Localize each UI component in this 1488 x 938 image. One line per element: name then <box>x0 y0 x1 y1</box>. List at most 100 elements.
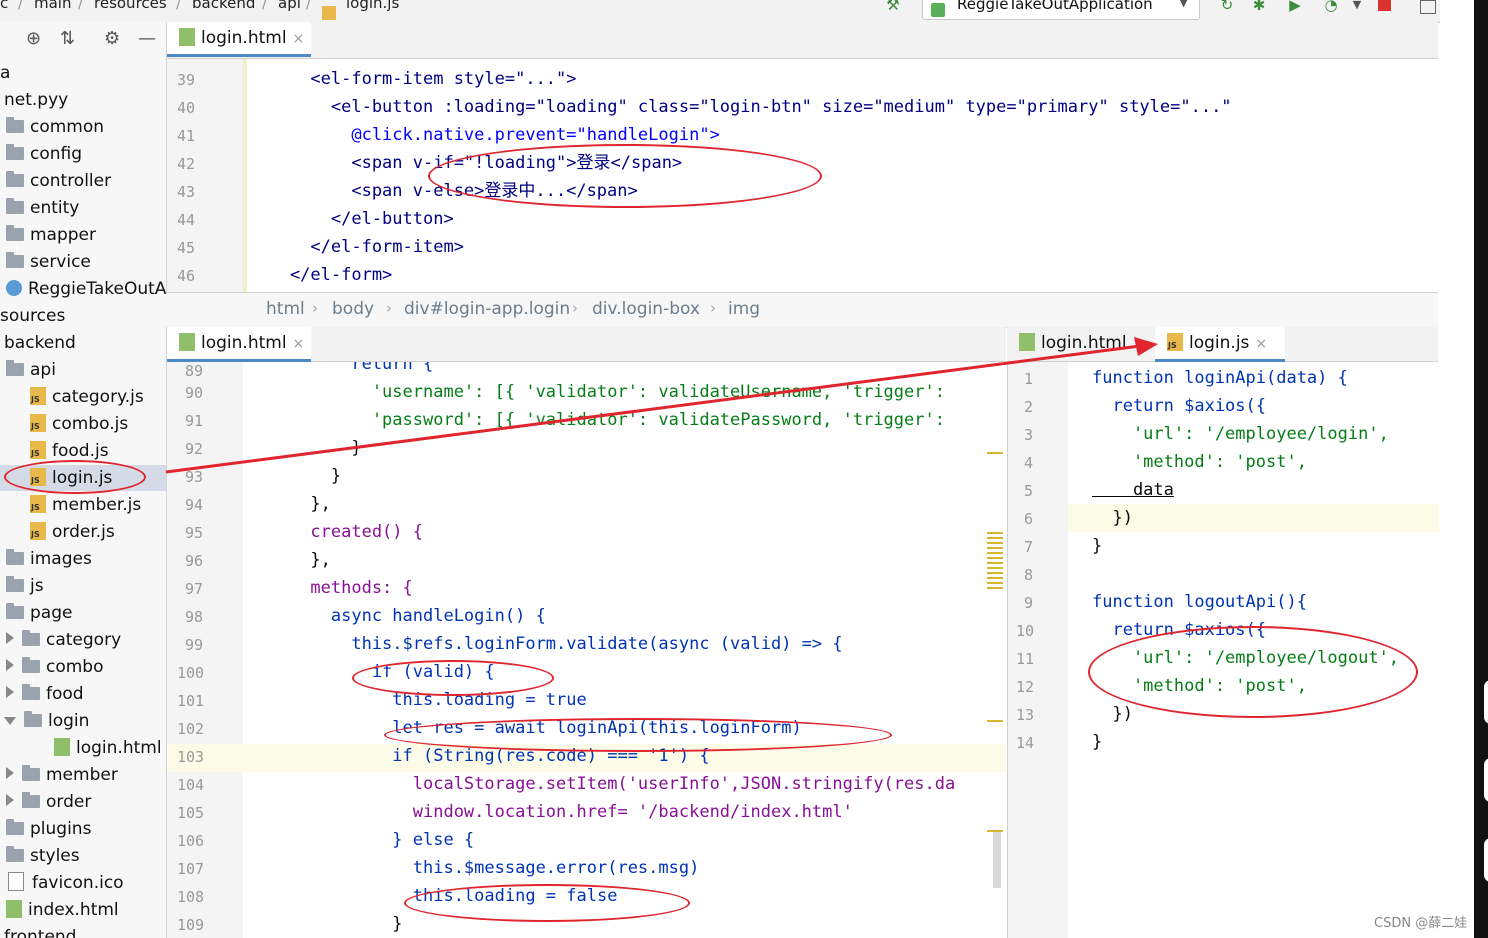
build-hammer-icon[interactable]: ⚒ <box>884 0 902 14</box>
breadcrumb-item[interactable]: resources <box>94 0 167 12</box>
folder-icon <box>22 684 40 700</box>
expand-arrow-icon[interactable] <box>6 659 14 671</box>
tree-folder-styles[interactable]: styles <box>6 843 80 869</box>
tab-login-html[interactable]: login.html × <box>167 327 311 362</box>
line-number: 100 <box>177 664 205 682</box>
tree-file-favicon[interactable]: favicon.ico <box>8 870 124 896</box>
annotation-ellipse <box>352 660 554 696</box>
locate-icon[interactable]: ⊕ <box>26 28 41 49</box>
tree-folder-food[interactable]: food <box>6 681 84 707</box>
edge-decoration <box>1484 758 1488 802</box>
tree-item[interactable]: net.pyy <box>4 87 68 113</box>
tree-folder-controller[interactable]: controller <box>6 168 111 194</box>
breadcrumb-separator: / <box>262 0 268 12</box>
tree-folder-order[interactable]: order <box>6 789 91 815</box>
tree-folder-combo[interactable]: combo <box>6 654 104 680</box>
expand-arrow-icon[interactable] <box>6 632 14 644</box>
tab-login-html[interactable]: login.html × <box>167 22 311 57</box>
tree-folder-page[interactable]: page <box>6 600 72 626</box>
expand-arrow-icon[interactable] <box>6 686 14 698</box>
folder-icon <box>6 144 24 160</box>
close-icon[interactable]: × <box>1255 336 1267 352</box>
line-number: 12 <box>1016 678 1035 696</box>
edge-decoration <box>1484 838 1488 882</box>
line-number: 6 <box>1024 510 1034 528</box>
tree-item-backend[interactable]: backend <box>4 330 76 356</box>
expand-arrow-icon[interactable] <box>6 767 14 779</box>
chevron-down-icon[interactable]: ▼ <box>1348 0 1366 14</box>
tree-folder-images[interactable]: images <box>6 546 92 572</box>
profile-icon[interactable]: ◔ <box>1322 0 1340 14</box>
breadcrumb-item[interactable]: main <box>34 0 71 12</box>
line-number: 101 <box>177 692 205 710</box>
line-number: 98 <box>185 608 204 626</box>
tree-file-member-js[interactable]: JS member.js <box>30 492 141 518</box>
path-item[interactable]: html <box>266 299 305 319</box>
editor-tab-bar: login.html × <box>167 327 1006 362</box>
line-number: 4 <box>1024 454 1034 472</box>
tree-item-frontend[interactable]: frontend <box>4 924 76 938</box>
layout-icon[interactable] <box>1420 0 1436 14</box>
tree-folder-js[interactable]: js <box>6 573 44 599</box>
tree-folder-api[interactable]: api <box>6 357 56 383</box>
breadcrumb-item[interactable]: login.js <box>346 0 399 12</box>
stop-icon[interactable] <box>1378 0 1391 11</box>
tree-folder-service[interactable]: service <box>6 249 91 275</box>
debug-bug-icon[interactable]: ✱ <box>1250 0 1268 14</box>
js-file-icon: JS <box>30 495 46 513</box>
breadcrumb-item[interactable]: c <box>0 0 8 12</box>
run-configuration-select[interactable]: ReggieTakeOutApplication ▼ <box>922 0 1200 20</box>
breadcrumb-item[interactable]: backend <box>192 0 255 12</box>
code-line: } <box>249 466 342 486</box>
line-number: 104 <box>177 776 205 794</box>
tree-folder-mapper[interactable]: mapper <box>6 222 96 248</box>
breadcrumb-separator: / <box>306 0 312 12</box>
gear-icon[interactable]: ⚙ <box>104 28 120 49</box>
tree-file-category-js[interactable]: JS category.js <box>30 384 144 410</box>
tree-folder-plugins[interactable]: plugins <box>6 816 91 842</box>
tree-folder-login[interactable]: login <box>4 708 89 734</box>
breadcrumb-item[interactable]: api <box>278 0 301 12</box>
code-line: } <box>1092 732 1103 752</box>
tree-folder-common[interactable]: common <box>6 114 104 140</box>
tree-file-index-html[interactable]: index.html <box>6 897 119 923</box>
tree-item-resources[interactable]: sources <box>0 303 65 329</box>
tab-login-js[interactable]: JS login.js × <box>1155 327 1285 362</box>
line-number: 9 <box>1024 594 1034 612</box>
tree-folder-member[interactable]: member <box>6 762 118 788</box>
tree-class-application[interactable]: ReggieTakeOutA| <box>6 276 166 302</box>
tree-folder-entity[interactable]: entity <box>6 195 79 221</box>
left-code-editor[interactable]: 89 90 91 92 93 94 95 96 97 98 99 100 101… <box>167 362 1006 938</box>
line-number: 3 <box>1024 426 1034 444</box>
code-line: }) <box>1092 704 1133 724</box>
path-item[interactable]: div#login-app.login <box>404 299 570 319</box>
code-line: </el-form> <box>249 265 393 285</box>
line-number: 5 <box>1024 482 1034 500</box>
rerun-icon[interactable]: ↻ <box>1218 0 1236 14</box>
tree-file-login-html[interactable]: login.html <box>54 735 162 761</box>
line-number: 39 <box>177 71 196 89</box>
line-number: 45 <box>177 239 196 257</box>
hide-icon[interactable]: — <box>138 28 156 49</box>
tree-folder-category[interactable]: category <box>6 627 121 653</box>
path-item[interactable]: img <box>728 299 760 319</box>
close-icon[interactable]: × <box>293 31 305 47</box>
gutter <box>167 362 243 938</box>
vertical-scrollbar[interactable] <box>993 832 1001 888</box>
collapse-all-icon[interactable]: ⇅ <box>60 28 75 49</box>
expand-arrow-icon[interactable] <box>6 794 14 806</box>
tree-file-order-js[interactable]: JS order.js <box>30 519 115 545</box>
folder-icon <box>6 360 24 376</box>
collapse-arrow-icon[interactable] <box>4 717 16 725</box>
code-line: return { <box>249 362 434 374</box>
tab-login-html[interactable]: login.html <box>1007 327 1159 359</box>
path-item[interactable]: body <box>332 299 374 319</box>
folder-icon <box>22 765 40 781</box>
tree-file-combo-js[interactable]: JS combo.js <box>30 411 128 437</box>
tree-folder-config[interactable]: config <box>6 141 82 167</box>
close-icon[interactable]: × <box>293 336 305 352</box>
coverage-icon[interactable]: ▶ <box>1286 0 1304 14</box>
path-item[interactable]: div.login-box <box>592 299 700 319</box>
code-line: window.location.href= '/backend/index.ht… <box>249 802 853 822</box>
tree-item[interactable]: a <box>0 60 10 86</box>
